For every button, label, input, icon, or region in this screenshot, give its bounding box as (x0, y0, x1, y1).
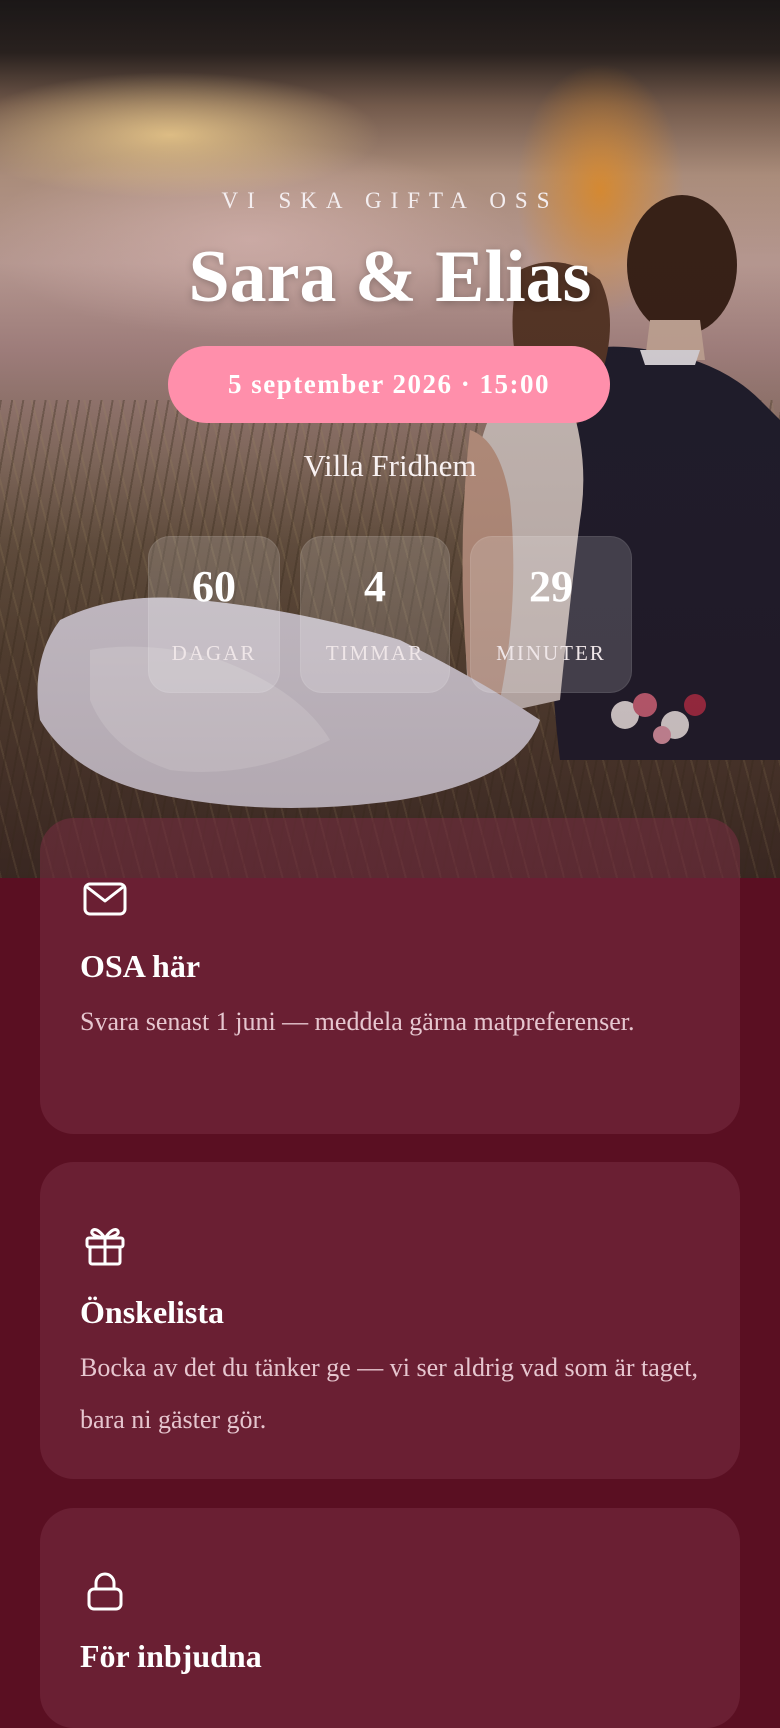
hero-overlay (0, 0, 780, 878)
invited-only-card[interactable]: För inbjudna (40, 1508, 740, 1728)
gift-icon (85, 1228, 125, 1266)
wishlist-card-title: Önskelista (80, 1294, 225, 1330)
countdown-minutes-label: MINUTER (496, 641, 606, 665)
countdown-hours: 4 TIMMAR (300, 536, 450, 693)
lock-icon (87, 1572, 123, 1611)
countdown-minutes: 29 MINUTER (470, 536, 632, 693)
countdown-hours-value: 4 (364, 562, 386, 611)
countdown-days: 60 DAGAR (148, 536, 280, 693)
invited-only-card-title: För inbjudna (80, 1638, 262, 1674)
rsvp-card[interactable]: OSA här Svara senast 1 juni — meddela gä… (40, 818, 740, 1134)
venue-name: Villa Fridhem (303, 448, 477, 483)
wishlist-card-text: Bocka av det du tänker ge — vi ser aldri… (80, 1353, 699, 1434)
hero-photo (0, 0, 780, 878)
couple-names-heading: Sara & Elias (188, 236, 592, 318)
countdown-hours-label: TIMMAR (325, 641, 425, 665)
rsvp-card-title: OSA här (80, 948, 201, 984)
countdown-minutes-value: 29 (529, 562, 573, 611)
wishlist-card[interactable]: Önskelista Bocka av det du tänker ge — v… (40, 1162, 740, 1479)
eyebrow-text: VI SKA GIFTA OSS (221, 188, 559, 213)
rsvp-card-text: Svara senast 1 juni — meddela gärna matp… (80, 1007, 635, 1036)
countdown-days-label: DAGAR (171, 641, 257, 665)
envelope-icon (83, 882, 127, 916)
date-time-badge: 5 september 2026 · 15:00 (168, 346, 610, 423)
countdown-days-value: 60 (192, 562, 236, 611)
